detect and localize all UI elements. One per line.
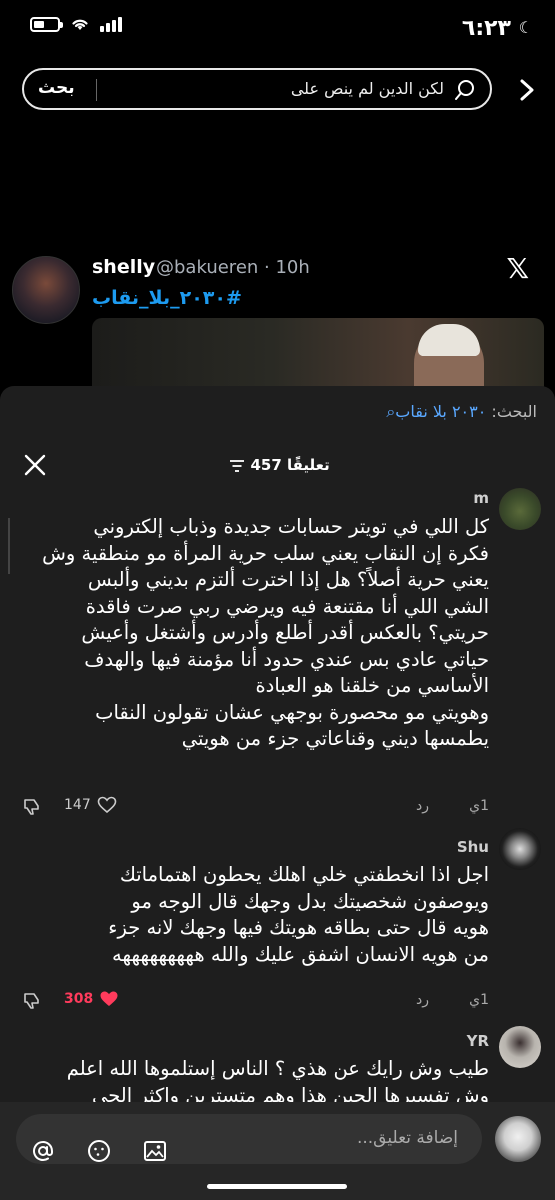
search-icon bbox=[455, 80, 474, 100]
search-divider bbox=[96, 79, 97, 101]
heart-filled-icon bbox=[100, 991, 118, 1006]
comment-line: حياتي عادي بس عندي حدود أنا مؤمنة فيها و… bbox=[84, 647, 489, 671]
comment-username[interactable]: YR bbox=[467, 1032, 489, 1050]
status-icons bbox=[30, 16, 122, 32]
magnifier-icon: ⌕ bbox=[386, 402, 396, 421]
moon-icon: ☾ bbox=[518, 18, 533, 37]
comment-line: طيب وش رايك عن هذي ؟ الناس إستلموها الله… bbox=[66, 1057, 489, 1080]
search-bar[interactable]: بحث لكن الدين لم ينص على bbox=[22, 68, 492, 110]
comment-line: حريتي؟ بالعكس أقدر أطلع وأدرس وأشتغل وأع… bbox=[81, 621, 489, 644]
avatar[interactable] bbox=[499, 488, 541, 530]
comment-line: يطمسها ديني وقناعاتي جزء من هويتي bbox=[181, 727, 489, 750]
reply-button[interactable]: رد bbox=[416, 992, 429, 1008]
dislike-icon[interactable] bbox=[22, 797, 42, 817]
comment-text: اجل اذا انخطفتي خلي اهلك يحطون اهتماماتك… bbox=[19, 862, 489, 968]
comment-count-header: 457 تعليقًا bbox=[0, 456, 555, 474]
like-button[interactable]: 308 bbox=[64, 990, 119, 1008]
comment-line: وش تفسيرها الجين هذا وهم متسترين واكثر ا… bbox=[91, 1083, 489, 1103]
comment-line: من هويه الانسان اشفق عليك والله هههههههه… bbox=[112, 942, 489, 966]
dislike-icon[interactable] bbox=[22, 991, 42, 1011]
comment-line: الأساسي من خلقنا هو العبادة bbox=[255, 674, 489, 697]
comment-text: كل اللي في تويتر حسابات جديدة وذباب إلكت… bbox=[19, 514, 489, 753]
status-time: ٦:٢٣ bbox=[461, 16, 511, 41]
avatar[interactable] bbox=[499, 1026, 541, 1068]
home-indicator bbox=[207, 1184, 347, 1189]
close-icon[interactable] bbox=[22, 452, 48, 478]
like-button[interactable]: 147 bbox=[64, 796, 117, 814]
comment-input[interactable]: إضافة تعليق... bbox=[16, 1114, 482, 1164]
related-search-link[interactable]: البحث: ٢٠٣٠ بلا نقاب⌕ bbox=[386, 402, 537, 422]
like-count: 147 bbox=[64, 797, 91, 813]
comment-line: اجل اذا انخطفتي خلي اهلك يحطون اهتماماتك bbox=[119, 863, 489, 886]
chevron-right-icon[interactable] bbox=[517, 78, 537, 102]
comment-line: كل اللي في تويتر حسابات جديدة وذباب إلكت… bbox=[93, 515, 489, 538]
comment-line: فكرة إن النقاب يعني سلب حرية المرأة مو م… bbox=[42, 541, 489, 565]
related-search-query[interactable]: ٢٠٣٠ بلا نقاب bbox=[395, 402, 486, 421]
wifi-icon bbox=[72, 19, 88, 30]
filter-icon[interactable] bbox=[229, 459, 245, 473]
cellular-signal-icon bbox=[100, 16, 122, 32]
comment-text: طيب وش رايك عن هذي ؟ الناس إستلموها الله… bbox=[19, 1056, 489, 1102]
x-logo-icon: 𝕏 bbox=[506, 252, 529, 285]
mention-icon[interactable] bbox=[30, 1138, 56, 1164]
thread-line bbox=[8, 518, 10, 574]
tweet-author-name: shelly bbox=[92, 256, 156, 278]
avatar[interactable] bbox=[499, 828, 541, 870]
comment-line: الشي اللي أنا مقتنعة فيه ويرضي ربي صرت ف… bbox=[85, 594, 489, 618]
battery-icon bbox=[30, 16, 63, 32]
comment-line: يعني حرية أصلاً؟ هل إذا اخترت ألتزم بدين… bbox=[87, 568, 489, 591]
comment-line: هويه قال حتى بطاقه هويتك فيها وجهك لانه … bbox=[108, 916, 489, 939]
like-count: 308 bbox=[64, 991, 94, 1007]
reply-button[interactable]: رد bbox=[416, 798, 429, 814]
comment-username[interactable]: m bbox=[473, 489, 489, 507]
tweet-avatar bbox=[12, 256, 80, 324]
heart-outline-icon bbox=[97, 796, 117, 814]
emoji-icon[interactable] bbox=[86, 1138, 112, 1164]
tweet-hashtag[interactable]: #٢٠٣٠_بلا_نقاب bbox=[92, 287, 242, 309]
comment-username[interactable]: Shu bbox=[457, 838, 489, 856]
comment-age: 1ي bbox=[469, 798, 489, 814]
search-input[interactable]: لكن الدين لم ينص على bbox=[291, 79, 444, 98]
comment-line: وهويتي مو محصورة بوجهي عشان تقولون النقا… bbox=[95, 700, 489, 724]
image-icon[interactable] bbox=[142, 1138, 168, 1164]
search-submit-button[interactable]: بحث bbox=[38, 78, 75, 98]
comment-count: 457 تعليقًا bbox=[250, 456, 330, 474]
comment-input-placeholder: إضافة تعليق... bbox=[356, 1128, 458, 1148]
comment-line: ويوصفون شخصيتك بدل وجهك قال الوجه مو bbox=[131, 889, 489, 913]
status-bar: ٦:٢٣ ☾ bbox=[0, 0, 555, 56]
tweet-author-handle: @bakueren · 10h bbox=[156, 257, 310, 278]
related-search-label: البحث: bbox=[491, 402, 537, 421]
comment-age: 1ي bbox=[469, 992, 489, 1008]
avatar bbox=[495, 1116, 541, 1162]
